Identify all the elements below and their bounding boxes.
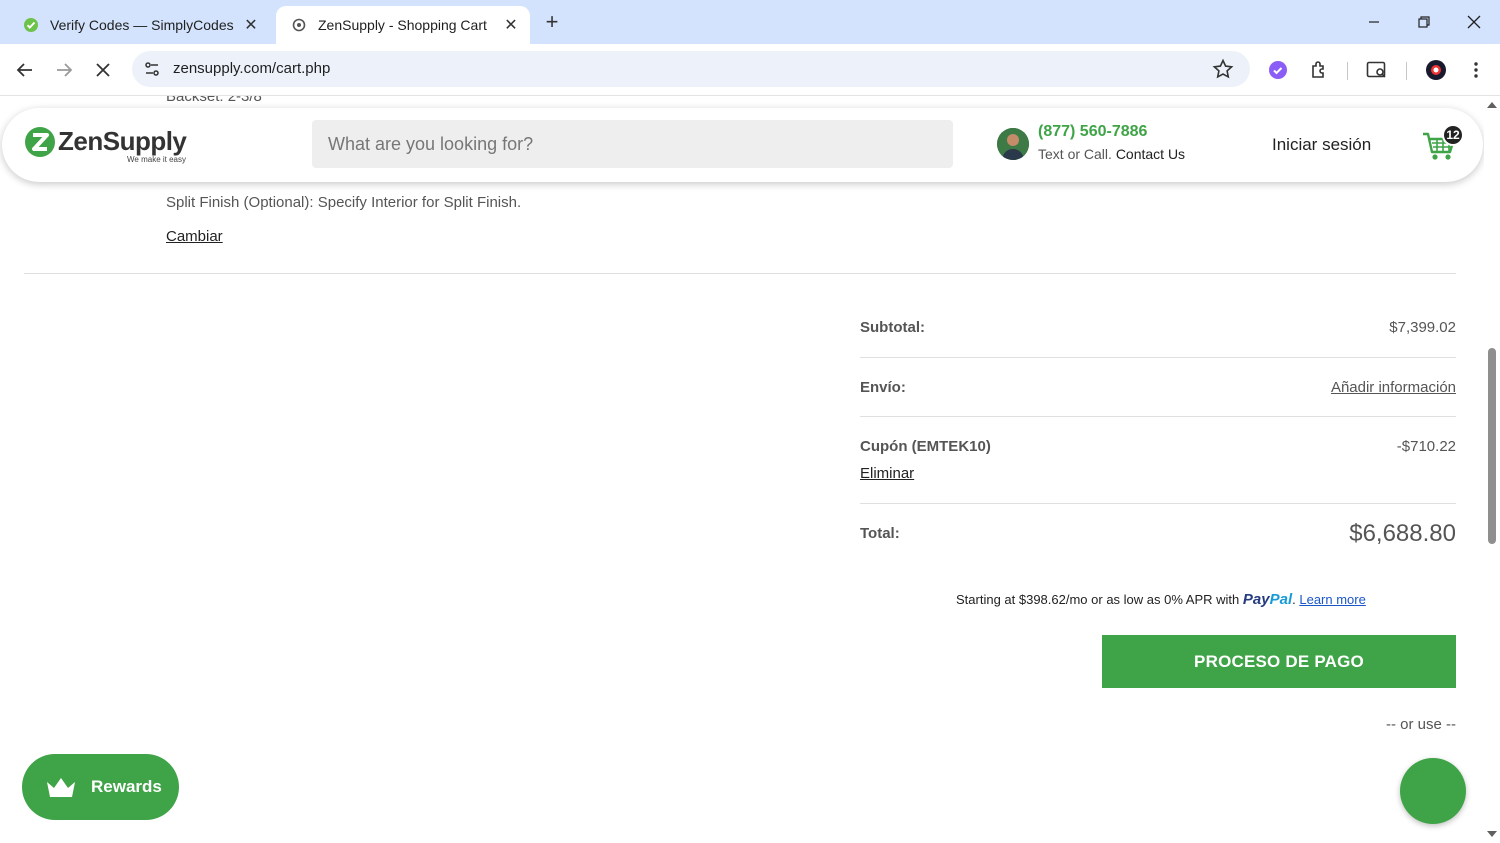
tab-title: ZenSupply - Shopping Cart [318, 17, 487, 33]
item-option-split-finish: Split Finish (Optional): Specify Interio… [166, 194, 522, 211]
tab-zensupply[interactable]: ZenSupply - Shopping Cart ✕ [276, 6, 530, 44]
zensupply-logo-icon [25, 127, 55, 157]
tab-title: Verify Codes — SimplyCodes [50, 17, 234, 33]
extension-purple-icon[interactable] [1266, 58, 1290, 82]
phone-number[interactable]: (877) 560-7886 [1038, 123, 1147, 141]
paypal-financing-text: Starting at $398.62/mo or as low as 0% A… [956, 592, 1240, 607]
contact-text: Text or Call. Contact Us [1038, 146, 1185, 162]
coupon-label: Cupón (EMTEK10) [860, 438, 991, 455]
contact-us-link[interactable]: Contact Us [1116, 146, 1185, 162]
divider [24, 273, 1456, 274]
rewards-button[interactable]: Rewards [22, 754, 179, 820]
zensupply-logo[interactable]: ZenSupply We make it easy [24, 122, 204, 166]
url-text: zensupply.com/cart.php [173, 60, 331, 77]
bookmark-star-icon[interactable] [1212, 58, 1234, 80]
total-label: Total: [860, 525, 900, 542]
paypal-learn-more-link[interactable]: Learn more [1299, 592, 1365, 607]
paypal-logo-pal: Pal [1269, 591, 1293, 608]
remove-coupon-link[interactable]: Eliminar [860, 465, 914, 482]
divider [860, 503, 1456, 504]
browser-menu-icon[interactable] [1464, 58, 1488, 82]
profile-avatar-icon[interactable] [1424, 58, 1448, 82]
browser-toolbar: zensupply.com/cart.php [0, 44, 1500, 96]
total-value: $6,688.80 [1349, 520, 1456, 547]
toolbar-divider [1406, 62, 1407, 80]
simplycodes-favicon-icon [22, 16, 40, 34]
site-search[interactable] [312, 120, 953, 168]
site-header: ZenSupply We make it easy (877) 560-7886… [2, 108, 1483, 182]
shipping-label: Envío: [860, 379, 906, 396]
forward-arrow-icon[interactable] [50, 56, 78, 84]
scrollbar-thumb[interactable] [1488, 348, 1496, 544]
add-shipping-info-link[interactable]: Añadir información [1331, 379, 1456, 396]
paypal-logo-pay: Pay [1242, 591, 1270, 608]
close-window-icon[interactable] [1459, 8, 1489, 36]
restore-icon[interactable] [1409, 8, 1439, 36]
scroll-down-arrow-icon[interactable] [1487, 831, 1497, 837]
toolbar-divider [1347, 62, 1348, 80]
item-option-partial: Backset: 2-3/8" [166, 96, 268, 105]
site-info-icon[interactable] [142, 59, 162, 79]
sign-in-link[interactable]: Iniciar sesión [1272, 135, 1371, 155]
coupon-discount-value: -$710.22 [1396, 438, 1456, 455]
cart-count-badge: 12 [1442, 124, 1464, 146]
chat-widget-button[interactable] [1400, 758, 1466, 824]
divider [860, 416, 1456, 417]
change-item-link[interactable]: Cambiar [166, 228, 223, 245]
divider [860, 357, 1456, 358]
brand-name: ZenSupply [58, 126, 187, 156]
scroll-up-arrow-icon[interactable] [1487, 102, 1497, 108]
page-scrollbar[interactable] [1484, 96, 1500, 843]
back-arrow-icon[interactable] [11, 56, 39, 84]
search-input[interactable] [312, 120, 953, 168]
extensions-puzzle-icon[interactable] [1307, 58, 1331, 82]
rewards-label: Rewards [91, 777, 162, 796]
close-tab-icon[interactable]: ✕ [240, 14, 262, 36]
checkout-button[interactable]: PROCESO DE PAGO [1102, 635, 1456, 688]
text-or-call-label: Text or Call. [1038, 146, 1112, 162]
support-agent-avatar [997, 128, 1029, 160]
paypal-logo: PayPal [1243, 591, 1292, 608]
tab-simplycodes[interactable]: Verify Codes — SimplyCodes ✕ [8, 6, 270, 44]
paypal-period: . [1292, 592, 1296, 607]
tab-strip: Verify Codes — SimplyCodes ✕ ZenSupply -… [0, 0, 1500, 44]
crown-icon [47, 778, 75, 797]
or-use-label: -- or use -- [1385, 716, 1456, 733]
stop-loading-icon[interactable] [89, 56, 117, 84]
paypal-financing-message: Starting at $398.62/mo or as low as 0% A… [956, 591, 1366, 608]
new-tab-icon[interactable]: + [540, 9, 564, 34]
loading-favicon-icon [290, 16, 308, 34]
brand-tagline: We make it easy [127, 155, 186, 164]
subtotal-value: $7,399.02 [1389, 319, 1456, 336]
close-tab-icon[interactable]: ✕ [500, 14, 522, 36]
subtotal-label: Subtotal: [860, 319, 925, 336]
page-content: Backset: 2-3/8" Split Finish (Optional):… [0, 96, 1484, 843]
minimize-icon[interactable] [1359, 8, 1389, 36]
tab-search-icon[interactable] [1365, 58, 1389, 82]
address-bar[interactable]: zensupply.com/cart.php [132, 51, 1250, 87]
